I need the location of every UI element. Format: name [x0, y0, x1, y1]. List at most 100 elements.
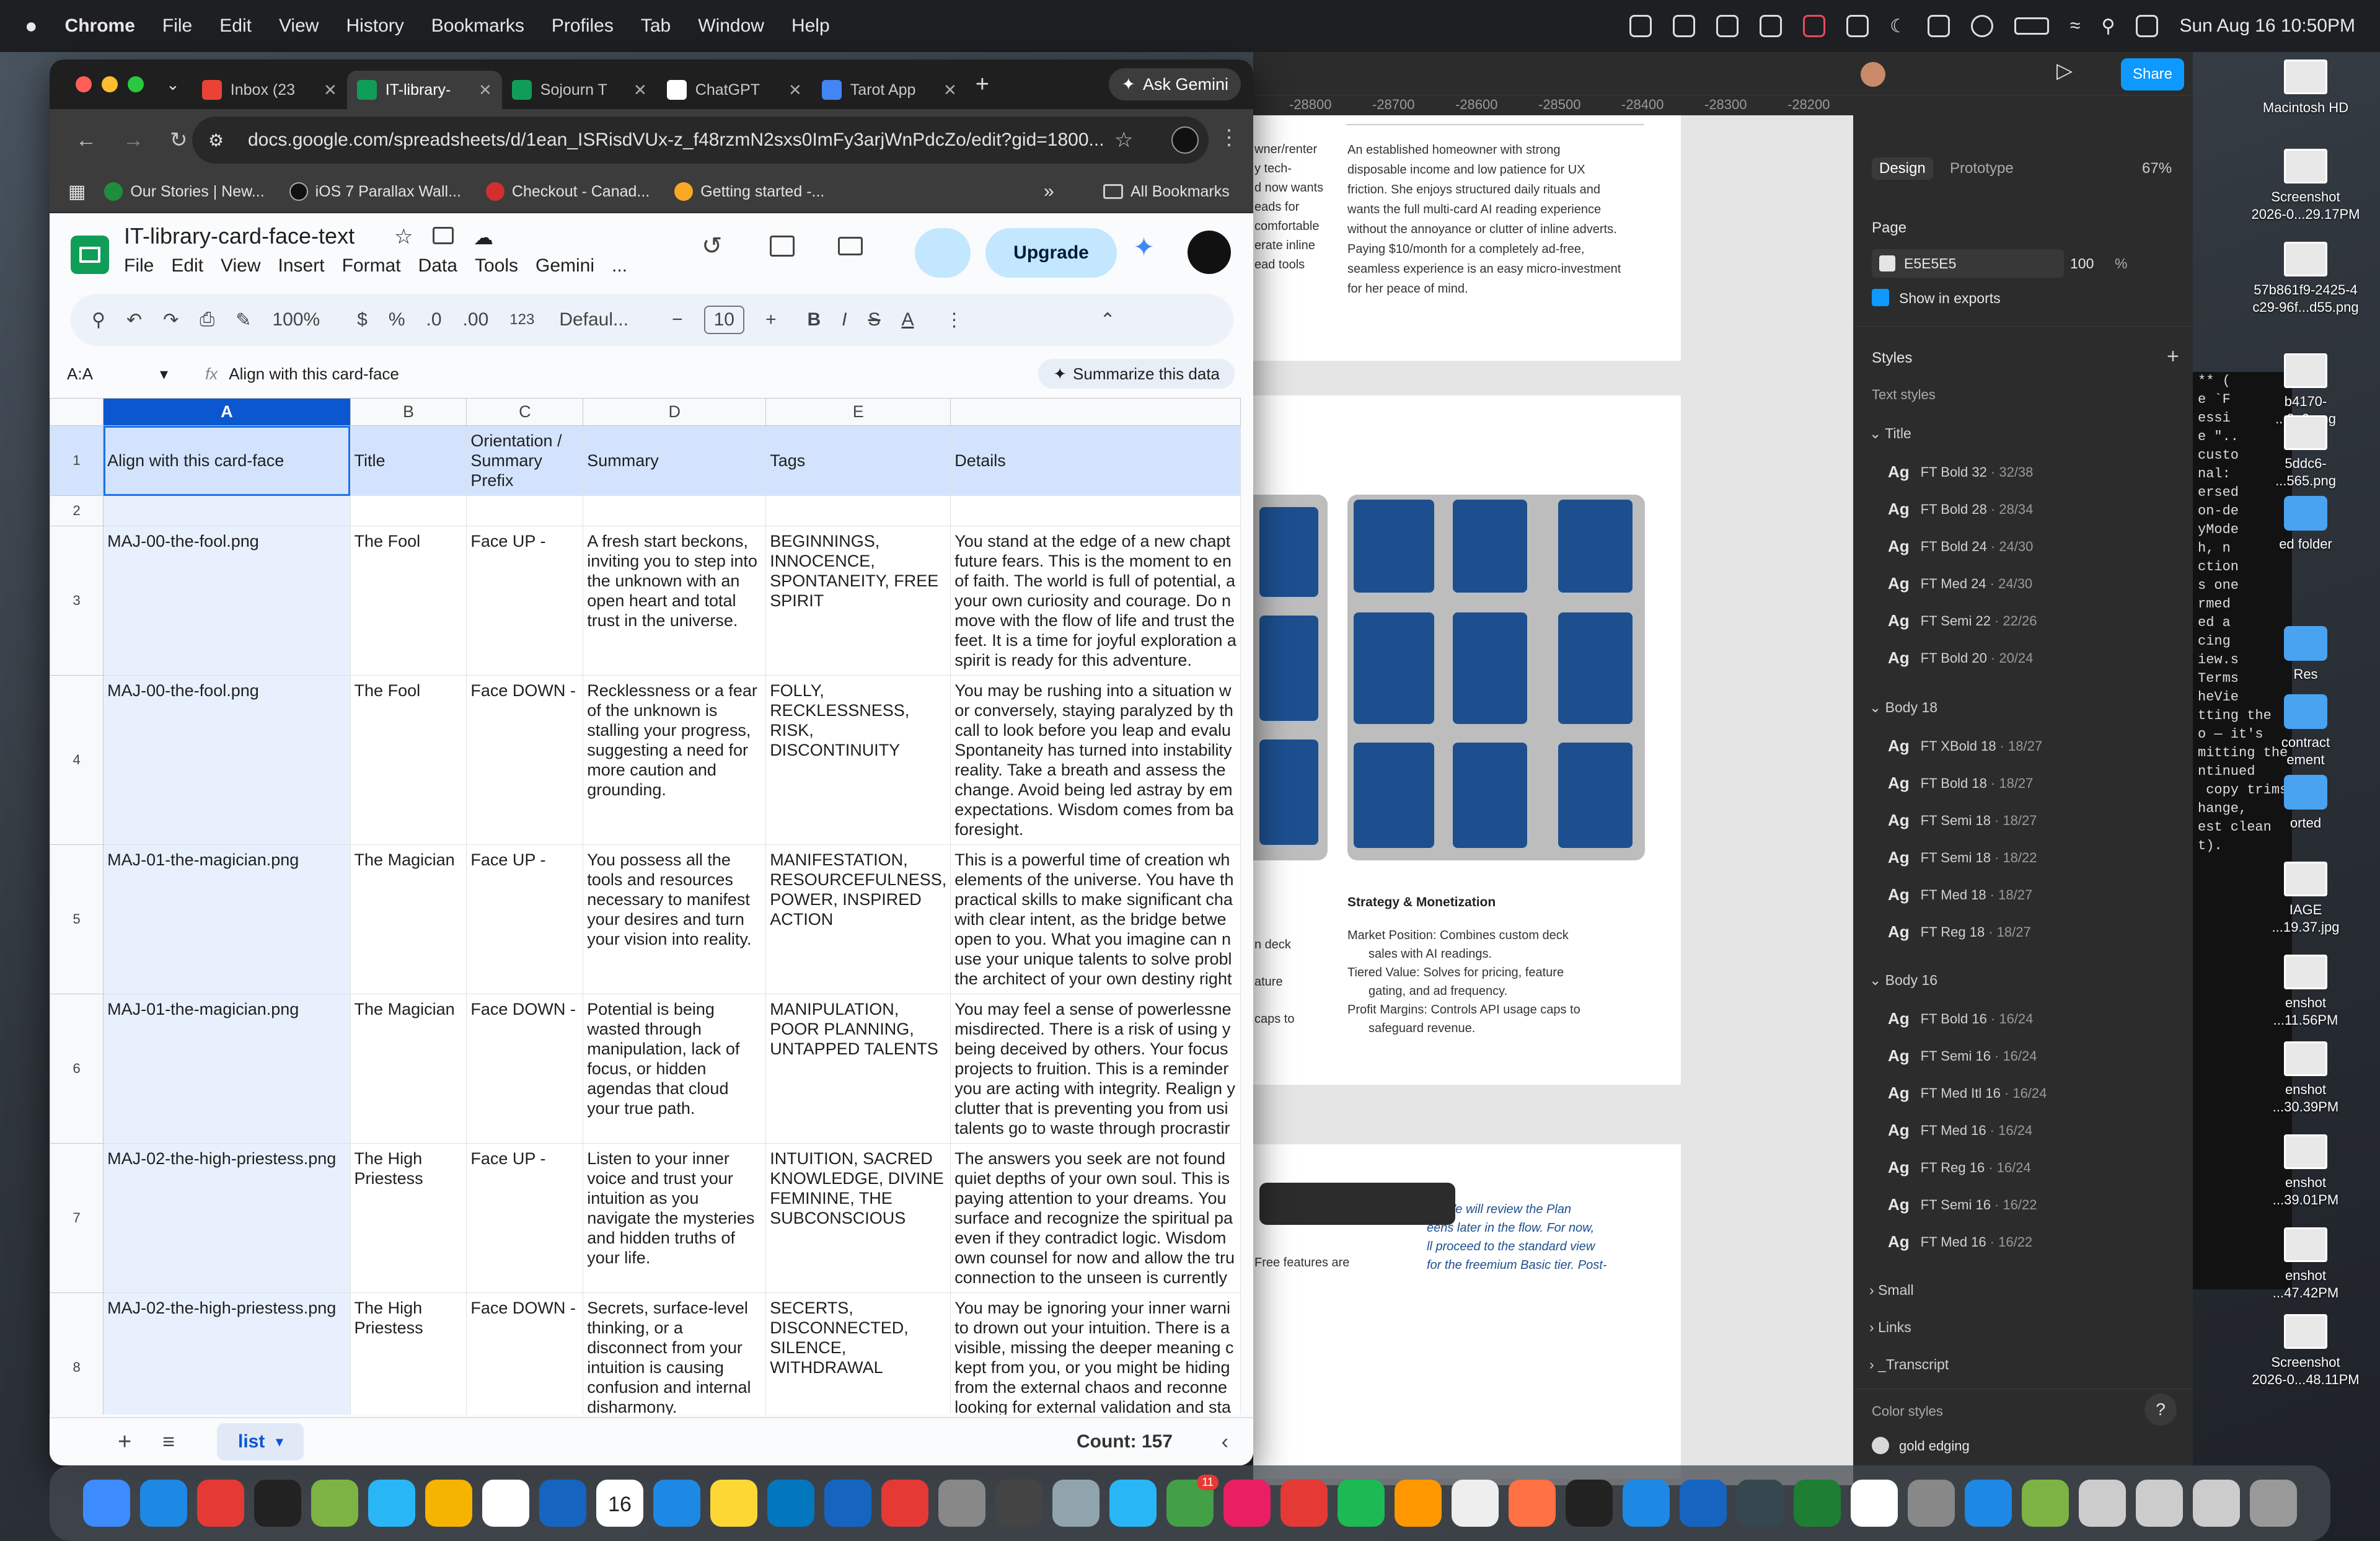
status-icon-5[interactable]	[1803, 15, 1826, 37]
collapse-toolbar-icon[interactable]: ⌃	[1100, 309, 1116, 331]
menu-window[interactable]: Window	[698, 15, 764, 37]
cell-tags[interactable]: INTUITION, SACRED KNOWLEDGE, DIVINE FEMI…	[765, 1143, 951, 1293]
cell-tags[interactable]	[765, 495, 951, 526]
menu-view[interactable]: View	[221, 255, 260, 276]
close-tab-icon[interactable]: ✕	[788, 81, 802, 100]
menu-insert[interactable]: Insert	[278, 255, 325, 276]
page-opacity[interactable]: 100	[2070, 255, 2094, 272]
cloud-status-icon[interactable]: ☁	[474, 226, 493, 249]
dock-app-icon[interactable]	[1395, 1480, 1442, 1527]
cell-orientation[interactable]: Face UP -	[466, 1143, 584, 1293]
close-tab-icon[interactable]: ✕	[478, 81, 492, 100]
apple-icon[interactable]: ●	[25, 14, 38, 38]
menu-tools[interactable]: Tools	[475, 255, 518, 276]
sheet-tab-list[interactable]: list ▾	[217, 1423, 304, 1460]
decrease-decimal-icon[interactable]: .0	[426, 309, 442, 330]
cell-orientation[interactable]	[466, 495, 584, 526]
cell-details[interactable]: Details	[950, 425, 1241, 496]
share-button[interactable]	[915, 228, 971, 278]
page-color-field[interactable]: E5E5E5	[1872, 249, 2064, 278]
cell-filename[interactable]: MAJ-02-the-high-priestess.png	[103, 1292, 351, 1415]
cell-title[interactable]: The Fool	[350, 526, 467, 676]
row-header[interactable]: 4	[50, 675, 104, 845]
number-format-icon[interactable]: 123	[509, 311, 534, 329]
tab-search-icon[interactable]: ⌄	[166, 75, 180, 94]
avatar[interactable]	[1861, 62, 1885, 87]
dock-app-icon[interactable]	[1052, 1480, 1100, 1527]
cell-tags[interactable]: FOLLY, RECKLESSNESS, RISK, DISCONTINUITY	[765, 675, 951, 845]
text-color-icon[interactable]: A	[902, 309, 914, 330]
new-tab-button[interactable]: +	[976, 71, 989, 98]
desktop-icon[interactable]: Res	[2244, 626, 2368, 683]
move-folder-icon[interactable]	[433, 227, 454, 244]
cell-details[interactable]	[950, 495, 1241, 526]
dock-app-icon[interactable]	[482, 1480, 529, 1527]
close-tab-icon[interactable]: ✕	[943, 81, 957, 100]
dock-app-icon[interactable]	[995, 1480, 1042, 1527]
cell-title[interactable]: The Magician	[350, 994, 467, 1144]
text-style-item[interactable]: Ag FT Semi 18 · 18/27	[1888, 811, 2037, 830]
bookmark-1[interactable]: Our Stories | New...	[104, 182, 265, 201]
menu-edit[interactable]: Edit	[171, 255, 203, 276]
more-tools-icon[interactable]: ⋮	[945, 309, 964, 331]
more-bookmarks-icon[interactable]: »	[1044, 181, 1054, 202]
all-bookmarks[interactable]: All Bookmarks	[1103, 183, 1230, 201]
cell-orientation[interactable]: Face UP -	[466, 526, 584, 676]
menu-profiles[interactable]: Profiles	[552, 15, 614, 37]
dock-app-icon[interactable]	[83, 1480, 130, 1527]
dock-app-icon[interactable]	[197, 1480, 244, 1527]
dock-app-icon[interactable]	[1908, 1480, 1955, 1527]
menu-kebab-icon[interactable]: ⋮	[1219, 125, 1240, 150]
browser-tab[interactable]: Tarot App ✕	[812, 71, 967, 109]
cell-title[interactable]: The High Priestess	[350, 1143, 467, 1293]
dock-app-icon[interactable]	[710, 1480, 757, 1527]
row-header[interactable]: 1	[50, 425, 104, 496]
history-icon[interactable]: ↺	[702, 232, 723, 260]
document-title[interactable]: IT-library-card-face-text	[124, 223, 355, 249]
gold-style[interactable]: gold edging	[1899, 1438, 1970, 1454]
text-style-item[interactable]: Ag FT Bold 20 · 20/24	[1888, 648, 2033, 668]
dollar-icon[interactable]: $	[357, 309, 368, 330]
strikethrough-icon[interactable]: S	[868, 309, 881, 330]
menu-help[interactable]: Help	[791, 15, 830, 37]
menu-more[interactable]: ...	[612, 255, 627, 276]
star-icon[interactable]: ☆	[394, 224, 413, 249]
ask-gemini-button[interactable]: ✦ Ask Gemini	[1109, 68, 1241, 100]
cell-summary[interactable]: Summary	[583, 425, 767, 496]
clock[interactable]: Sun Aug 16 10:50PM	[2179, 15, 2355, 37]
cell-tags[interactable]: MANIFESTATION, RESOURCEFULNESS, POWER, I…	[765, 844, 951, 994]
status-icon-4[interactable]	[1760, 15, 1783, 37]
summarize-button[interactable]: ✦ Summarize this data	[1038, 359, 1235, 389]
bookmark-star-icon[interactable]: ☆	[1114, 128, 1133, 152]
row-header[interactable]: 3	[50, 526, 104, 676]
desktop-icon[interactable]: 57b861f9-2425-4 c29-96f...d55.png	[2244, 242, 2368, 316]
share-button[interactable]: Share	[2121, 58, 2184, 91]
cell-filename[interactable]: MAJ-01-the-magician.png	[103, 844, 351, 994]
back-icon[interactable]: ←	[76, 128, 97, 152]
cell-filename[interactable]	[103, 495, 351, 526]
dock-app-icon[interactable]	[1566, 1480, 1613, 1527]
dock-app-icon[interactable]	[425, 1480, 472, 1527]
desktop-icon[interactable]: Screenshot 2026-0...29.17PM	[2244, 149, 2368, 223]
gemini-icon[interactable]: ✦	[1133, 232, 1155, 262]
spreadsheet-grid[interactable]: A B C D E 1 Align with this card-face Titl…	[50, 398, 1241, 1415]
minimize-window-button[interactable]	[102, 76, 118, 92]
dock-app-icon[interactable]	[254, 1480, 301, 1527]
comments-icon[interactable]	[770, 236, 795, 257]
show-exports-checkbox[interactable]	[1872, 289, 1889, 306]
group-title[interactable]: ⌄ Title	[1869, 425, 1911, 442]
cell-title[interactable]	[350, 495, 467, 526]
text-style-item[interactable]: Ag FT Semi 16 · 16/24	[1888, 1046, 2037, 1066]
cell-filename[interactable]: MAJ-02-the-high-priestess.png	[103, 1143, 351, 1293]
text-style-item[interactable]: Ag FT Med Itl 16 · 16/24	[1888, 1084, 2047, 1103]
close-tab-icon[interactable]: ✕	[324, 81, 337, 100]
address-bar[interactable]: ⚙ docs.google.com/spreadsheets/d/1ean_IS…	[192, 117, 1209, 164]
menu-file[interactable]: File	[124, 255, 154, 276]
row-header[interactable]: 8	[50, 1292, 104, 1415]
dock-app-icon[interactable]	[938, 1480, 985, 1527]
desktop-icon[interactable]: 5ddc6- ...565.png	[2244, 415, 2368, 490]
search-icon[interactable]: ⚲	[2101, 15, 2115, 37]
text-style-item[interactable]: Ag FT Semi 22 · 22/26	[1888, 611, 2037, 630]
group-small[interactable]: › Small	[1869, 1282, 1914, 1299]
bookmark-2[interactable]: iOS 7 Parallax Wall...	[289, 182, 461, 201]
